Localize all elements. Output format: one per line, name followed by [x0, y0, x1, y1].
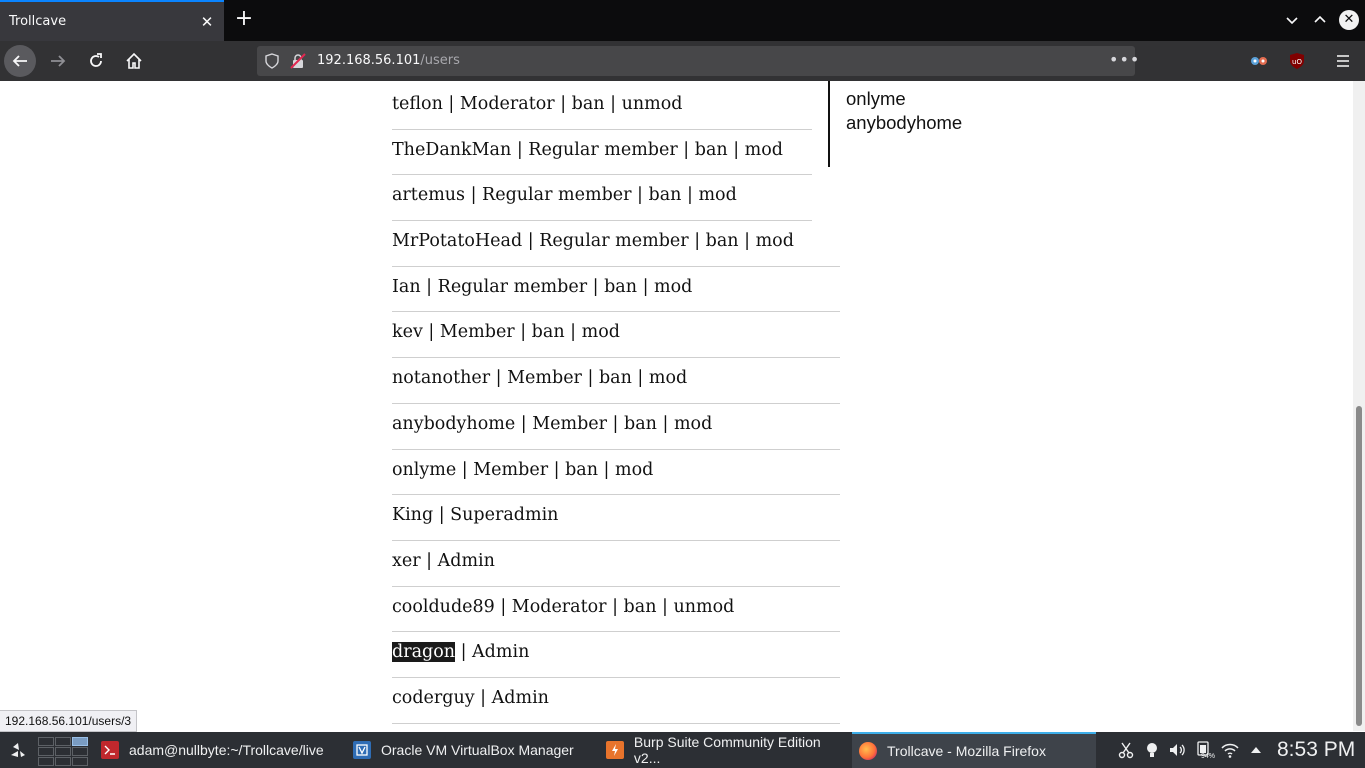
user-entry[interactable]: cooldude89 | Moderator | ban | unmod: [392, 597, 734, 617]
desktop-8[interactable]: [55, 757, 71, 766]
list-item: TheDankMan | Regular member | ban | mod: [392, 130, 812, 176]
forward-arrow-icon: [51, 55, 66, 67]
list-item: dragon | Admin: [392, 632, 840, 678]
list-item: kev | Member | ban | mod: [392, 312, 840, 359]
page-scrollbar[interactable]: [1353, 81, 1365, 731]
user-entry[interactable]: coderguy | Admin: [392, 688, 549, 708]
task-terminal[interactable]: adam@nullbyte:~/Trollcave/live: [100, 732, 340, 768]
user-entry[interactable]: TheDankMan | Regular member | ban | mod: [392, 140, 783, 160]
desktop-2[interactable]: [55, 737, 71, 746]
list-item: coderguy | Admin: [392, 678, 840, 724]
task-virtualbox[interactable]: Oracle VM VirtualBox Manager: [353, 732, 598, 768]
svg-text:uO: uO: [1292, 58, 1302, 66]
wifi-icon[interactable]: [1221, 741, 1239, 759]
list-item: artemus | Regular member | ban | mod: [392, 175, 812, 222]
desktop-7[interactable]: [38, 757, 54, 766]
user-entry[interactable]: onlyme | Member | ban | mod: [392, 460, 653, 480]
user-entry[interactable]: King | Superadmin: [392, 505, 558, 525]
tab-close-icon[interactable]: ✕: [198, 13, 216, 31]
tab-trollcave[interactable]: Trollcave ✕: [0, 0, 224, 41]
task-label: Burp Suite Community Edition v2...: [633, 734, 821, 766]
url-host: 192.168.56.101: [317, 53, 421, 68]
virtualbox-icon: [353, 741, 371, 759]
tracking-shield-icon[interactable]: [264, 53, 280, 69]
task-burp[interactable]: Burp Suite Community Edition v2...: [606, 732, 850, 768]
taskbar: adam@nullbyte:~/Trollcave/live Oracle VM…: [0, 732, 1365, 768]
user-entry[interactable]: kev | Member | ban | mod: [392, 322, 620, 342]
desktop-5[interactable]: [55, 747, 71, 756]
link-status-url: 192.168.56.101/users/3: [0, 710, 138, 732]
page-content: teflon | Moderator | ban | unmod TheDank…: [0, 81, 1353, 731]
home-button[interactable]: [118, 45, 150, 77]
url-bar[interactable]: 192.168.56.101/users •••: [257, 46, 1139, 76]
volume-icon[interactable]: [1168, 741, 1186, 759]
user-entry[interactable]: teflon | Moderator | ban | unmod: [392, 94, 682, 114]
extension-icon[interactable]: [1250, 53, 1268, 69]
clock[interactable]: 8:53 PM: [1277, 738, 1355, 762]
battery-indicator[interactable]: 94%: [1194, 740, 1218, 762]
desktop-4[interactable]: [38, 747, 54, 756]
lightbulb-icon[interactable]: [1143, 741, 1161, 759]
tab-strip: Trollcave ✕ + ✕: [0, 0, 1365, 41]
online-user[interactable]: onlyme: [846, 87, 1028, 111]
scissors-icon[interactable]: [1117, 741, 1135, 759]
reload-icon: [90, 53, 102, 67]
scrollbar-thumb[interactable]: [1356, 406, 1362, 726]
list-item: notanother | Member | ban | mod: [392, 358, 840, 404]
maximize-icon[interactable]: [1312, 12, 1328, 28]
back-button[interactable]: [4, 45, 36, 77]
nav-toolbar: 192.168.56.101/users ••• uO: [0, 41, 1365, 81]
list-item: MrPotatoHead | Regular member | ban | mo…: [392, 221, 840, 267]
user-link-dragon[interactable]: dragon: [392, 642, 456, 663]
reload-button[interactable]: [80, 45, 112, 77]
app-launcher-icon[interactable]: [9, 741, 27, 759]
list-item: teflon | Moderator | ban | unmod: [392, 84, 812, 130]
desktop-3[interactable]: [72, 737, 88, 746]
user-entry[interactable]: MrPotatoHead | Regular member | ban | mo…: [392, 231, 794, 251]
battery-percent: 94%: [1201, 753, 1216, 760]
burp-icon: [606, 741, 624, 759]
user-entry[interactable]: Ian | Regular member | ban | mod: [392, 277, 692, 297]
url-text[interactable]: 192.168.56.101/users: [317, 53, 460, 68]
task-label: Oracle VM VirtualBox Manager: [381, 742, 574, 758]
online-users-panel: onlyme anybodyhome: [828, 81, 1028, 167]
list-item: onlyme | Member | ban | mod: [392, 450, 840, 496]
terminal-icon: [101, 741, 119, 759]
online-user[interactable]: anybodyhome: [846, 111, 1028, 135]
new-tab-button[interactable]: +: [232, 8, 256, 32]
insecure-lock-icon[interactable]: [290, 53, 306, 69]
task-firefox[interactable]: Trollcave - Mozilla Firefox: [852, 732, 1096, 768]
desktop-9[interactable]: [72, 757, 88, 766]
page-actions-icon[interactable]: •••: [1109, 50, 1140, 69]
list-item: xer | Admin: [392, 541, 840, 587]
user-entry[interactable]: artemus | Regular member | ban | mod: [392, 185, 737, 205]
list-item: King | Superadmin: [392, 495, 840, 541]
user-list: teflon | Moderator | ban | unmod TheDank…: [392, 84, 840, 724]
desktop-1[interactable]: [38, 737, 54, 746]
firefox-icon: [859, 742, 877, 760]
tab-title: Trollcave: [9, 14, 67, 29]
home-icon: [126, 52, 142, 69]
window-close-icon[interactable]: ✕: [1339, 10, 1359, 30]
desktop-pager[interactable]: [36, 735, 88, 766]
list-item: cooldude89 | Moderator | ban | unmod: [392, 587, 840, 633]
back-arrow-icon: [12, 55, 27, 67]
list-item: anybodyhome | Member | ban | mod: [392, 404, 840, 450]
tray-expand-icon[interactable]: [1247, 741, 1265, 759]
desktop-6[interactable]: [72, 747, 88, 756]
task-label: Trollcave - Mozilla Firefox: [887, 743, 1046, 759]
ublock-icon[interactable]: uO: [1289, 52, 1305, 70]
url-path: /users: [420, 53, 460, 68]
user-entry[interactable]: notanother | Member | ban | mod: [392, 368, 687, 388]
list-item: Ian | Regular member | ban | mod: [392, 267, 840, 313]
forward-button[interactable]: [42, 45, 74, 77]
user-entry[interactable]: anybodyhome | Member | ban | mod: [392, 414, 712, 434]
task-label: adam@nullbyte:~/Trollcave/live: [129, 742, 324, 758]
user-entry[interactable]: xer | Admin: [392, 551, 495, 571]
user-role: | Admin: [455, 642, 530, 663]
hamburger-menu-icon[interactable]: [1335, 53, 1351, 69]
tab-list-chevron-icon[interactable]: [1284, 12, 1300, 28]
